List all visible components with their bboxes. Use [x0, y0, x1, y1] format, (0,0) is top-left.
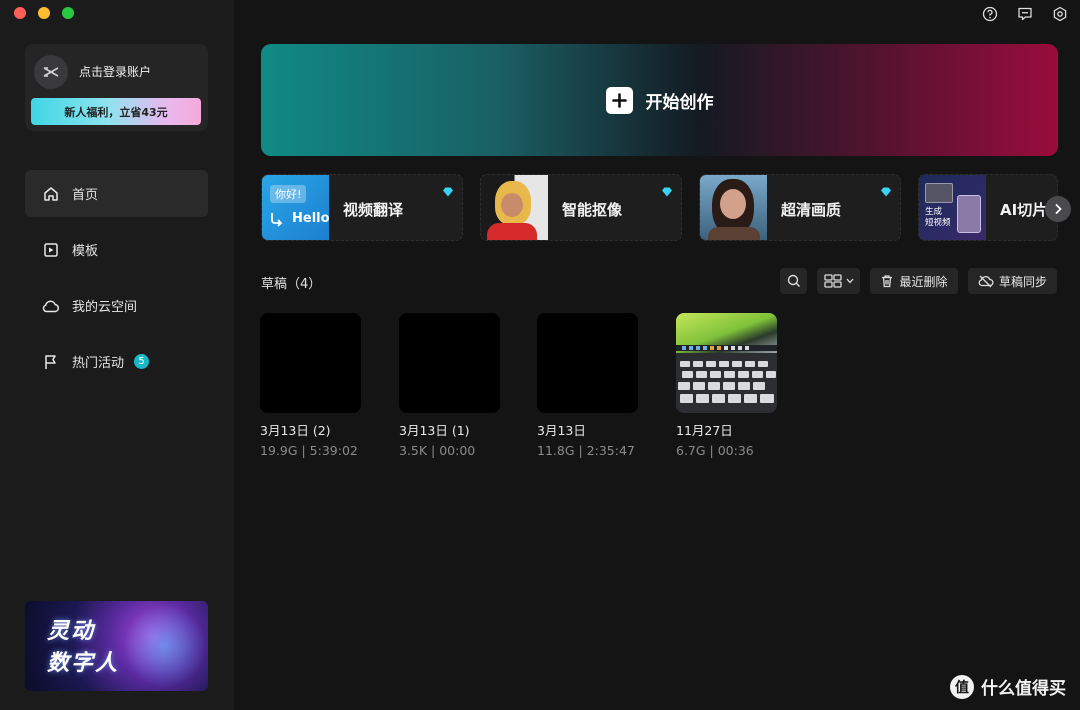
draft-meta: 6.7G | 00:36	[676, 443, 754, 458]
draft-thumbnail[interactable]	[537, 313, 638, 413]
draft-card[interactable]: 3月13日 11.8G | 2:35:47	[537, 313, 638, 458]
cloud-off-icon	[978, 274, 994, 288]
feature-card-hd-quality[interactable]: 超清画质	[699, 174, 901, 241]
draft-thumbnail[interactable]	[399, 313, 500, 413]
draft-card[interactable]: 3月13日 (1) 3.5K | 00:00	[399, 313, 500, 458]
draft-meta: 11.8G | 2:35:47	[537, 443, 635, 458]
thumb-text-hello-en: Hello	[292, 211, 330, 226]
sidebar-item-home[interactable]: 首页	[25, 170, 208, 217]
sidebar-item-label: 首页	[72, 188, 99, 203]
draft-thumbnail[interactable]	[260, 313, 361, 413]
search-button[interactable]	[780, 268, 807, 294]
ai-clip-thumbnail: 生成 短视频	[919, 175, 986, 240]
feature-card-ai-clip[interactable]: 生成 短视频 AI切片	[918, 174, 1058, 241]
template-icon	[42, 241, 60, 259]
draft-name: 3月13日 (1)	[399, 423, 470, 438]
digital-human-banner[interactable]: 灵动 数字人	[25, 601, 208, 691]
draft-sync-label: 草稿同步	[998, 274, 1047, 289]
feature-label: AI切片	[1000, 201, 1048, 219]
recent-delete-button[interactable]: 最近删除	[870, 268, 958, 294]
home-icon	[42, 185, 60, 203]
promo-button[interactable]: 新人福利，立省43元	[31, 98, 201, 125]
draft-meta: 3.5K | 00:00	[399, 443, 476, 458]
sidebar-item-cloud[interactable]: 我的云空间	[25, 282, 208, 329]
account-card: 点击登录账户 新人福利，立省43元	[25, 44, 208, 131]
top-toolbar	[981, 5, 1068, 22]
feature-card-video-translate[interactable]: 你好! Hello 视频翻译	[261, 174, 463, 241]
draft-name: 3月13日 (2)	[260, 423, 331, 438]
view-mode-select[interactable]	[817, 268, 860, 294]
smzdm-logo-icon: 值	[950, 674, 974, 699]
smart-cutout-thumbnail	[481, 175, 548, 240]
thumb-frame-small	[925, 183, 953, 203]
thumb-person-face	[501, 193, 523, 217]
maximize-window-button[interactable]	[62, 7, 74, 19]
draft-card[interactable]: 3月13日 (2) 19.9G | 5:39:02	[260, 313, 361, 458]
smzdm-watermark: 值 什么值得买	[950, 674, 1066, 699]
draft-name: 11月27日	[676, 423, 733, 438]
help-icon[interactable]	[981, 5, 998, 22]
thumb-person-shirt	[487, 223, 537, 240]
hd-quality-thumbnail	[700, 175, 767, 240]
plus-icon	[605, 86, 633, 114]
thumb-frame-vertical	[957, 195, 981, 233]
draft-meta: 19.9G | 5:39:02	[260, 443, 358, 458]
watermark-text: 什么值得买	[981, 679, 1066, 699]
banner-line-1: 灵动	[47, 619, 96, 644]
sidebar-item-templates[interactable]: 模板	[25, 226, 208, 273]
chevron-right-icon	[1055, 203, 1062, 215]
video-translate-thumbnail: 你好! Hello	[262, 175, 330, 240]
grid-view-icon	[823, 274, 842, 288]
window-controls	[14, 7, 74, 19]
sidebar: 点击登录账户 新人福利，立省43元 首页 模板 我的云空间 热门活动 5 灵动 …	[0, 0, 234, 710]
start-create-label: 开始创作	[645, 92, 714, 113]
sidebar-nav: 首页 模板 我的云空间 热门活动 5	[25, 170, 208, 394]
drafts-title: 草稿（4）	[261, 277, 322, 292]
banner-line-2: 数字人	[47, 651, 120, 676]
draft-thumbnail[interactable]	[676, 313, 777, 413]
feedback-icon[interactable]	[1016, 5, 1033, 22]
cloud-icon	[42, 297, 60, 315]
feature-card-smart-cutout[interactable]: 智能抠像	[480, 174, 682, 241]
sidebar-item-label: 热门活动	[72, 356, 125, 371]
features-next-button[interactable]	[1045, 196, 1071, 222]
minimize-window-button[interactable]	[38, 7, 50, 19]
diamond-icon	[880, 182, 892, 201]
diamond-icon	[661, 182, 673, 201]
arrow-turn-icon	[271, 213, 283, 227]
feature-label: 超清画质	[781, 201, 842, 219]
feature-label: 视频翻译	[343, 201, 404, 219]
thumb-text-hello-cn: 你好!	[270, 185, 307, 203]
thumb-text-generate: 生成	[925, 207, 943, 217]
thumb-person-face	[720, 189, 746, 219]
trash-icon	[880, 274, 894, 288]
avatar[interactable]	[34, 55, 68, 89]
thumb-text-short-video: 短视频	[925, 218, 951, 228]
recent-delete-label: 最近删除	[899, 274, 948, 289]
diamond-icon	[442, 182, 454, 201]
thumb-person-body	[708, 227, 760, 240]
settings-icon[interactable]	[1051, 5, 1068, 22]
draft-name: 3月13日	[537, 423, 586, 438]
draft-sync-button[interactable]: 草稿同步	[968, 268, 1057, 294]
login-link[interactable]: 点击登录账户	[79, 63, 151, 80]
keyboard-image	[676, 345, 777, 413]
close-window-button[interactable]	[14, 7, 26, 19]
banner-glow	[120, 601, 208, 691]
sidebar-item-label: 我的云空间	[72, 300, 138, 315]
flag-icon	[42, 353, 60, 371]
feature-row: 你好! Hello 视频翻译 智能抠像 超清画质 生成 短视频 AI切片	[261, 174, 1058, 242]
search-icon	[787, 274, 800, 287]
feature-label: 智能抠像	[562, 201, 623, 219]
capcut-logo-icon	[43, 67, 59, 77]
sidebar-item-events[interactable]: 热门活动 5	[25, 338, 208, 385]
start-create-button[interactable]: 开始创作	[261, 44, 1058, 156]
sidebar-item-label: 模板	[72, 244, 99, 259]
chevron-down-icon	[846, 278, 853, 284]
draft-card[interactable]: 11月27日 6.7G | 00:36	[676, 313, 777, 458]
event-count-badge: 5	[134, 354, 150, 369]
